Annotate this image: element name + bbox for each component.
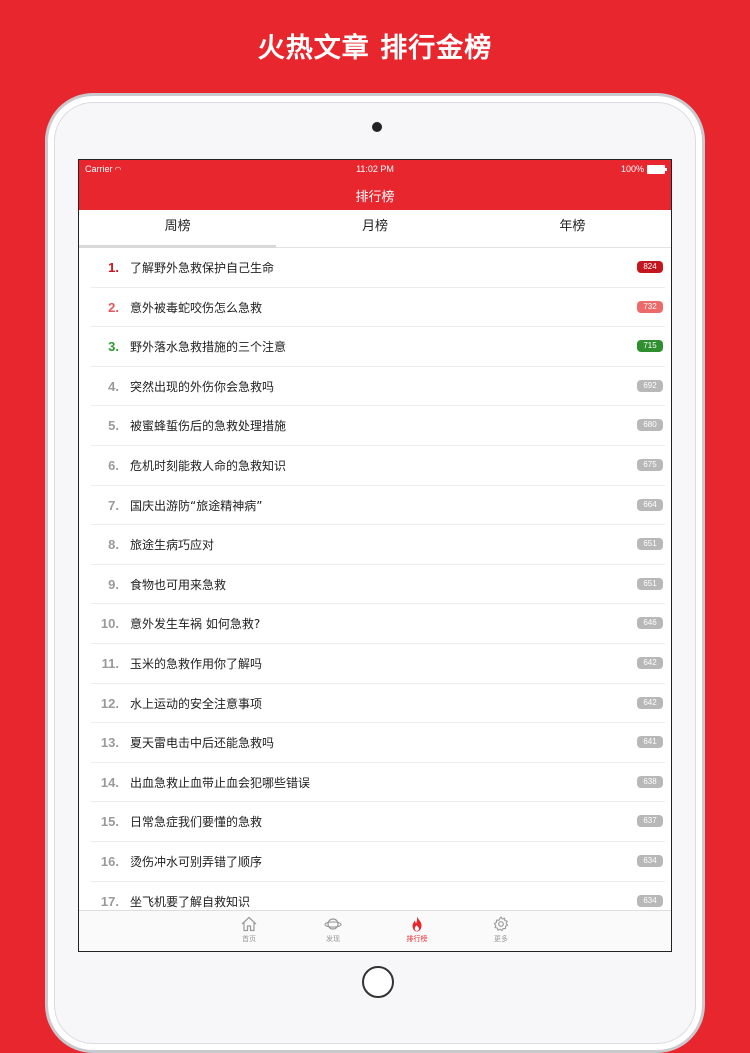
tab-monthly[interactable]: 月榜 (276, 210, 473, 247)
view-count-badge: 732 (637, 300, 663, 313)
view-count-badge: 675 (637, 458, 663, 471)
article-title: 突然出现的外伤你会急救吗 (130, 379, 275, 394)
list-item[interactable]: 12. 水上运动的安全注意事项 642 (91, 684, 665, 724)
rank-number: 10. (100, 616, 119, 632)
article-title: 坐飞机要了解自救知识 (130, 894, 251, 909)
list-item[interactable]: 4. 突然出现的外伤你会急救吗 692 (91, 367, 665, 407)
rank-number: 16. (100, 853, 119, 869)
view-count-badge: 642 (637, 656, 663, 669)
rank-number: 4. (108, 378, 119, 394)
view-count-badge: 824 (637, 261, 663, 273)
list-item[interactable]: 10. 意外发生车祸 如何急救? 646 (91, 604, 665, 644)
promo-title: 火热文章 排行金榜 (257, 33, 493, 64)
tabbar-ranking[interactable]: 排行榜 (375, 911, 459, 951)
status-time: 11:02 PM (356, 164, 394, 174)
tablet-frame: Carrier ◠ 11:02 PM 100% 排行榜 周榜 月榜 年榜 1. 了解… (45, 93, 705, 1053)
view-count-badge: 646 (637, 617, 663, 630)
rank-number: 3. (108, 339, 119, 355)
view-count-badge: 637 (637, 815, 663, 828)
article-title: 被蜜蜂蜇伤后的急救处理措施 (130, 419, 287, 434)
article-title: 危机时刻能救人命的急救知识 (130, 458, 287, 473)
article-title: 水上运动的安全注意事项 (130, 696, 263, 711)
nav-title: 排行榜 (355, 190, 395, 205)
tabbar-home[interactable]: 首页 (207, 911, 291, 951)
view-count-badge: 651 (637, 538, 663, 551)
tab-weekly[interactable]: 周榜 (79, 210, 277, 248)
article-title: 玉米的急救作用你了解吗 (130, 656, 263, 671)
list-item[interactable]: 8. 旅途生病巧应对 651 (91, 525, 665, 565)
list-item[interactable]: 13. 夏天雷电击中后还能急救吗 641 (91, 723, 665, 763)
planet-icon (324, 918, 342, 930)
tabbar-ranking-label: 排行榜 (406, 935, 428, 943)
article-title: 意外发生车祸 如何急救? (130, 617, 261, 632)
rank-number: 8. (108, 537, 119, 553)
article-title: 夏天雷电击中后还能急救吗 (130, 736, 275, 751)
rank-number: 2. (108, 299, 119, 315)
tabbar-discover-label: 发现 (326, 935, 340, 943)
view-count-badge: 664 (637, 498, 663, 511)
rank-number: 17. (100, 893, 119, 909)
list-item[interactable]: 2. 意外被毒蛇咬伤怎么急救 732 (91, 288, 665, 328)
view-count-badge: 680 (637, 419, 663, 432)
view-count-badge: 641 (637, 736, 663, 749)
view-count-badge: 634 (637, 854, 663, 867)
rank-number: 13. (100, 735, 119, 751)
rank-number: 5. (108, 418, 119, 434)
view-count-badge: 692 (637, 379, 663, 392)
gear-icon (493, 916, 509, 932)
article-title: 旅途生病巧应对 (130, 538, 215, 553)
tabbar-more-label: 更多 (494, 935, 508, 943)
rank-number: 15. (100, 814, 119, 830)
battery-icon (647, 164, 667, 174)
list-item[interactable]: 15. 日常急症我们要懂的急救 637 (91, 802, 665, 842)
view-count-badge: 634 (637, 894, 663, 907)
rank-number: 14. (100, 774, 119, 790)
tab-yearly[interactable]: 年榜 (474, 210, 671, 247)
flame-icon (412, 916, 422, 932)
article-title: 了解野外急救保护自己生命 (130, 261, 275, 275)
ranking-tabs: 周榜 月榜 年榜 (79, 210, 671, 248)
list-item[interactable]: 1. 了解野外急救保护自己生命 824 (91, 248, 665, 288)
list-item[interactable]: 14. 出血急救止血带止血会犯哪些错误 638 (91, 763, 665, 803)
view-count-badge: 715 (637, 340, 663, 353)
article-title: 意外被毒蛇咬伤怎么急救 (130, 300, 263, 315)
article-title: 食物也可用来急救 (130, 577, 227, 592)
tabbar-more[interactable]: 更多 (459, 911, 543, 951)
list-item[interactable]: 7. 国庆出游防“旅途精神病” 664 (91, 486, 665, 526)
camera-icon (372, 122, 382, 132)
home-button[interactable] (362, 966, 394, 998)
rank-number: 6. (108, 457, 119, 473)
status-bar: Carrier ◠ 11:02 PM 100% (79, 163, 671, 177)
status-battery: 100% (621, 164, 667, 174)
view-count-badge: 642 (637, 696, 663, 709)
list-item[interactable]: 5. 被蜜蜂蜇伤后的急救处理措施 680 (91, 406, 665, 446)
rank-number: 11. (101, 655, 119, 671)
view-count-badge: 651 (637, 577, 663, 590)
rank-number: 12. (100, 695, 119, 711)
rank-number: 1. (108, 260, 119, 275)
article-title: 日常急症我们要懂的急救 (130, 815, 263, 830)
tabbar-home-label: 首页 (242, 935, 256, 943)
article-title: 出血急救止血带止血会犯哪些错误 (130, 775, 311, 790)
tabbar-discover[interactable]: 发现 (291, 911, 375, 951)
nav-header: Carrier ◠ 11:02 PM 100% 排行榜 (79, 160, 671, 210)
list-item[interactable]: 9. 食物也可用来急救 651 (91, 565, 665, 605)
article-title: 烫伤冲水可别弄错了顺序 (130, 854, 263, 869)
article-title: 国庆出游防“旅途精神病” (130, 498, 263, 513)
article-title: 野外落水急救措施的三个注意 (130, 340, 287, 355)
rank-number: 7. (108, 497, 119, 513)
list-item[interactable]: 11. 玉米的急救作用你了解吗 642 (91, 644, 665, 684)
rank-number: 9. (108, 576, 119, 592)
home-icon (241, 916, 257, 932)
list-item[interactable]: 3. 野外落水急救措施的三个注意 715 (91, 327, 665, 367)
list-item[interactable]: 6. 危机时刻能救人命的急救知识 675 (91, 446, 665, 486)
bottom-tab-bar: 首页 发现 排行榜 更多 (79, 910, 671, 951)
view-count-badge: 638 (637, 775, 663, 788)
list-item[interactable]: 16. 烫伤冲水可别弄错了顺序 634 (91, 842, 665, 882)
article-list: 1. 了解野外急救保护自己生命 824 2. 意外被毒蛇咬伤怎么急救 732 3. 野外落水急… (79, 248, 671, 922)
app-screen: Carrier ◠ 11:02 PM 100% 排行榜 周榜 月榜 年榜 1. 了解… (78, 159, 672, 952)
